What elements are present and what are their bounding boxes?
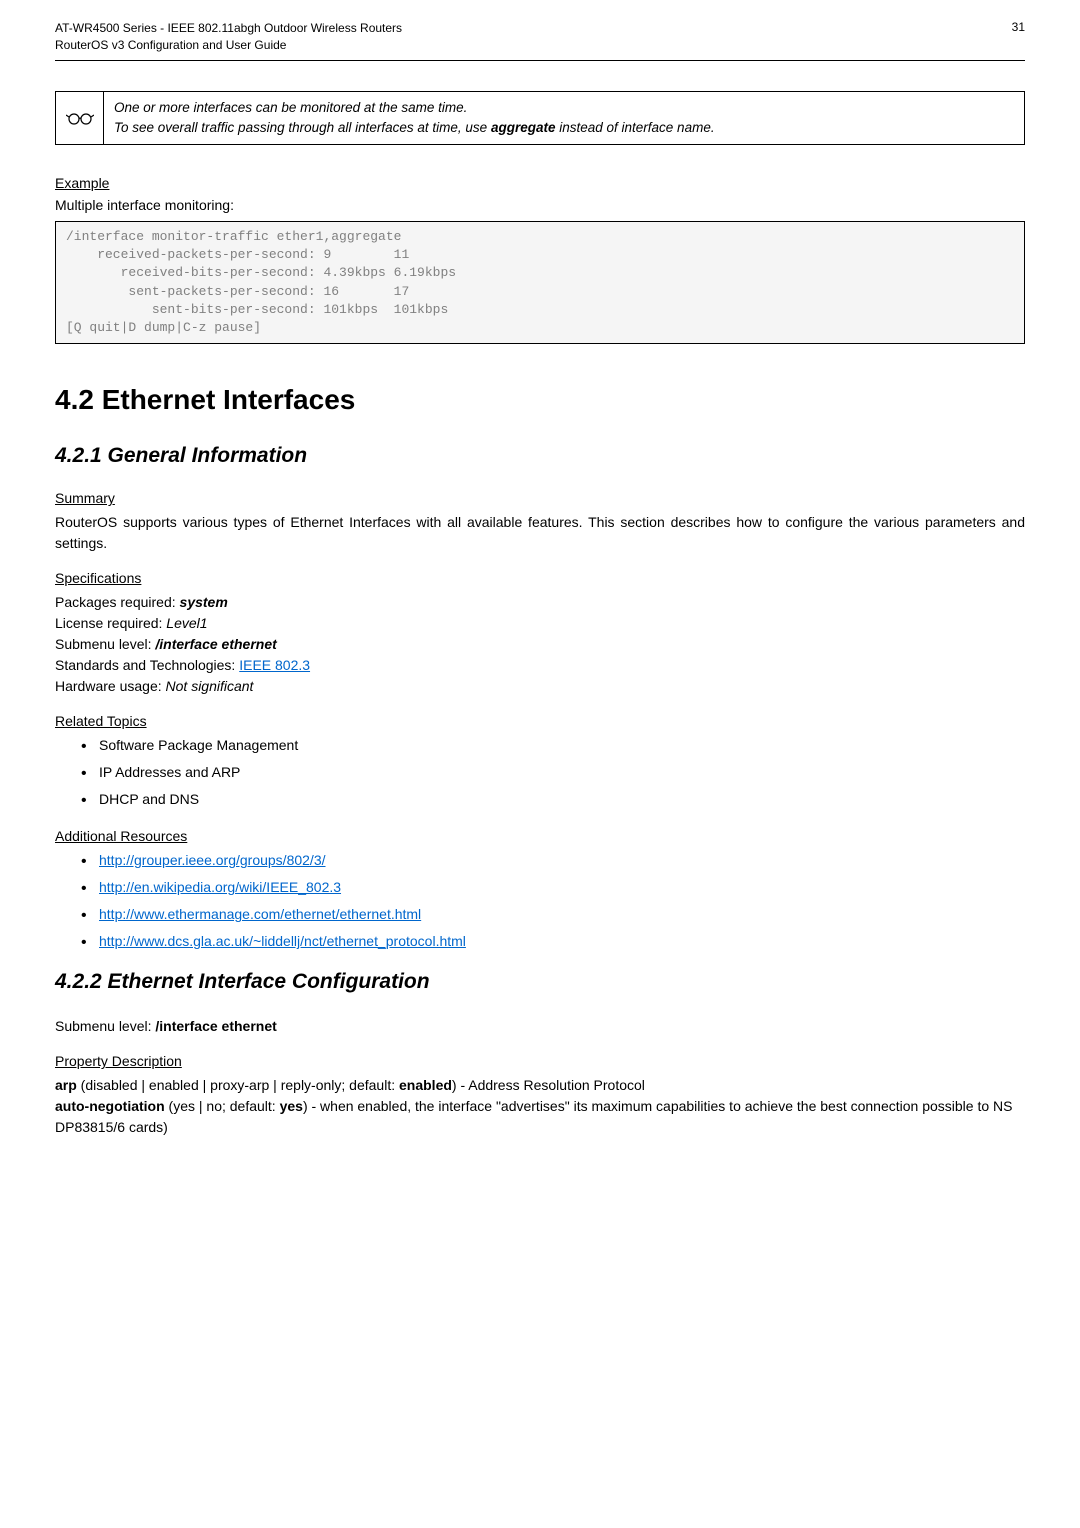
submenu-line: Submenu level: /interface ethernet bbox=[55, 1016, 1025, 1037]
submenu-value: /interface ethernet bbox=[155, 1018, 276, 1034]
header-line1: AT-WR4500 Series - IEEE 802.11abgh Outdo… bbox=[55, 21, 402, 35]
prop-autoneg-default: yes bbox=[280, 1098, 303, 1114]
spec-packages-value: system bbox=[180, 594, 228, 610]
spec-standards-label: Standards and Technologies: bbox=[55, 657, 239, 673]
resource-link[interactable]: http://en.wikipedia.org/wiki/IEEE_802.3 bbox=[99, 879, 341, 895]
page-header: AT-WR4500 Series - IEEE 802.11abgh Outdo… bbox=[0, 0, 1080, 60]
resources-list: http://grouper.ieee.org/groups/802/3/ ht… bbox=[55, 850, 1025, 952]
list-item: http://grouper.ieee.org/groups/802/3/ bbox=[81, 850, 1025, 871]
spec-license-value: Level1 bbox=[166, 615, 207, 631]
list-item: Software Package Management bbox=[81, 735, 1025, 756]
glasses-icon bbox=[56, 92, 104, 145]
spec-hardware-label: Hardware usage: bbox=[55, 678, 166, 694]
spec-packages: Packages required: system bbox=[55, 592, 1025, 613]
summary-text: RouterOS supports various types of Ether… bbox=[55, 512, 1025, 554]
related-list: Software Package Management IP Addresses… bbox=[55, 735, 1025, 810]
section-4-2-1-title: 4.2.1 General Information bbox=[55, 444, 1025, 468]
list-item: http://www.dcs.gla.ac.uk/~liddellj/nct/e… bbox=[81, 931, 1025, 952]
prop-arp-desc: ) - Address Resolution Protocol bbox=[452, 1077, 645, 1093]
page-content: One or more interfaces can be monitored … bbox=[0, 91, 1080, 1179]
spec-packages-label: Packages required: bbox=[55, 594, 180, 610]
list-item: IP Addresses and ARP bbox=[81, 762, 1025, 783]
spec-hardware-value: Not significant bbox=[166, 678, 254, 694]
prop-autoneg-mid: (yes | no; default: bbox=[165, 1098, 280, 1114]
note-line2b: instead of interface name. bbox=[555, 120, 714, 135]
page-number: 31 bbox=[1012, 20, 1025, 54]
resources-heading: Additional Resources bbox=[55, 828, 1025, 844]
note-text: One or more interfaces can be monitored … bbox=[104, 92, 1024, 145]
prop-arp-default: enabled bbox=[399, 1077, 452, 1093]
spec-submenu-value: /interface ethernet bbox=[155, 636, 276, 652]
example-intro: Multiple interface monitoring: bbox=[55, 197, 1025, 213]
prop-autoneg: auto-negotiation (yes | no; default: yes… bbox=[55, 1096, 1025, 1138]
spec-hardware: Hardware usage: Not significant bbox=[55, 676, 1025, 697]
resource-link[interactable]: http://www.ethermanage.com/ethernet/ethe… bbox=[99, 906, 421, 922]
summary-heading: Summary bbox=[55, 490, 1025, 506]
specs-block: Packages required: system License requir… bbox=[55, 592, 1025, 697]
prop-arp: arp (disabled | enabled | proxy-arp | re… bbox=[55, 1075, 1025, 1096]
note-line1: One or more interfaces can be monitored … bbox=[114, 100, 467, 115]
related-heading: Related Topics bbox=[55, 713, 1025, 729]
list-item: DHCP and DNS bbox=[81, 789, 1025, 810]
spec-standards: Standards and Technologies: IEEE 802.3 bbox=[55, 655, 1025, 676]
example-heading: Example bbox=[55, 175, 1025, 191]
header-divider bbox=[55, 60, 1025, 61]
spec-license-label: License required: bbox=[55, 615, 166, 631]
list-item: http://www.ethermanage.com/ethernet/ethe… bbox=[81, 904, 1025, 925]
spec-submenu: Submenu level: /interface ethernet bbox=[55, 634, 1025, 655]
prop-arp-mid: (disabled | enabled | proxy-arp | reply-… bbox=[77, 1077, 399, 1093]
header-title: AT-WR4500 Series - IEEE 802.11abgh Outdo… bbox=[55, 20, 402, 54]
ieee-802-3-link[interactable]: IEEE 802.3 bbox=[239, 657, 310, 673]
resource-link[interactable]: http://www.dcs.gla.ac.uk/~liddellj/nct/e… bbox=[99, 933, 466, 949]
list-item: http://en.wikipedia.org/wiki/IEEE_802.3 bbox=[81, 877, 1025, 898]
note-box: One or more interfaces can be monitored … bbox=[55, 91, 1025, 146]
header-line2: RouterOS v3 Configuration and User Guide bbox=[55, 38, 286, 52]
specs-heading: Specifications bbox=[55, 570, 1025, 586]
section-4-2-title: 4.2 Ethernet Interfaces bbox=[55, 384, 1025, 416]
spec-license: License required: Level1 bbox=[55, 613, 1025, 634]
note-line2a: To see overall traffic passing through a… bbox=[114, 120, 491, 135]
section-4-2-2-title: 4.2.2 Ethernet Interface Configuration bbox=[55, 970, 1025, 994]
prop-desc-heading: Property Description bbox=[55, 1053, 1025, 1069]
prop-autoneg-name: auto-negotiation bbox=[55, 1098, 165, 1114]
note-line2-bold: aggregate bbox=[491, 120, 556, 135]
prop-arp-name: arp bbox=[55, 1077, 77, 1093]
resource-link[interactable]: http://grouper.ieee.org/groups/802/3/ bbox=[99, 852, 326, 868]
code-block: /interface monitor-traffic ether1,aggreg… bbox=[55, 221, 1025, 344]
spec-submenu-label: Submenu level: bbox=[55, 636, 155, 652]
submenu-label: Submenu level: bbox=[55, 1018, 155, 1034]
